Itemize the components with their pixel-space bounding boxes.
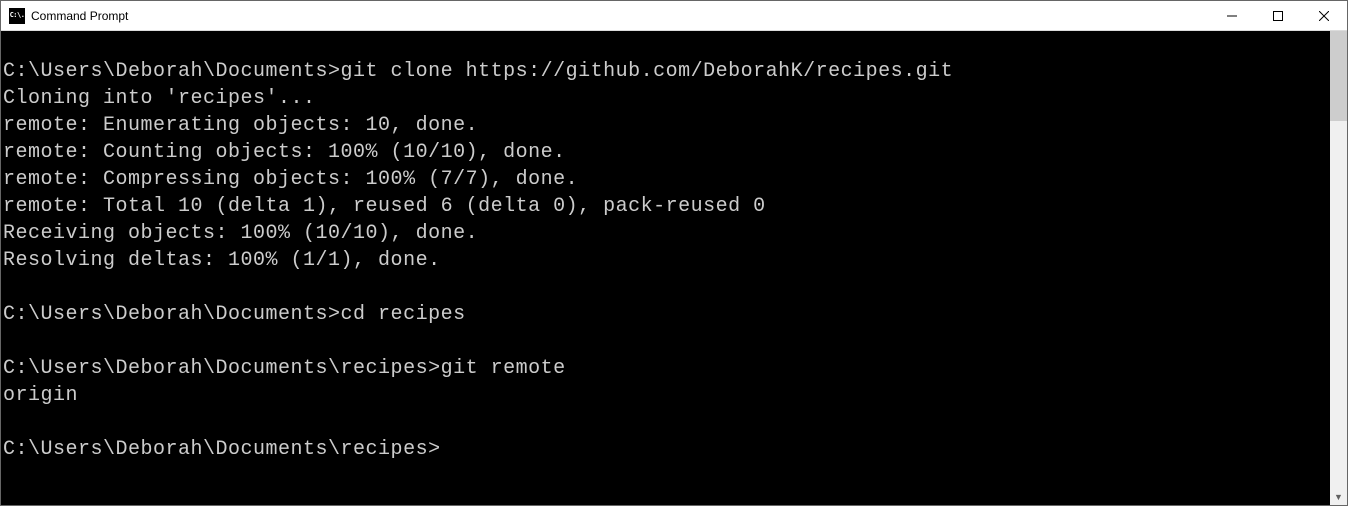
terminal-line: remote: Enumerating objects: 10, done. <box>3 112 1330 139</box>
terminal-line: origin <box>3 382 1330 409</box>
minimize-button[interactable] <box>1209 1 1255 30</box>
terminal-line <box>3 274 1330 301</box>
terminal-line <box>3 31 1330 58</box>
terminal-line: remote: Compressing objects: 100% (7/7),… <box>3 166 1330 193</box>
terminal-line: Cloning into 'recipes'... <box>3 85 1330 112</box>
terminal-line: C:\Users\Deborah\Documents>git clone htt… <box>3 58 1330 85</box>
scrollbar[interactable]: ▲ ▼ <box>1330 31 1347 505</box>
window: C:\. Command Prompt C:\Users\Deborah\Doc… <box>0 0 1348 506</box>
terminal-line: C:\Users\Deborah\Documents\recipes>git r… <box>3 355 1330 382</box>
terminal-line: remote: Total 10 (delta 1), reused 6 (de… <box>3 193 1330 220</box>
close-icon <box>1319 11 1329 21</box>
titlebar[interactable]: C:\. Command Prompt <box>1 1 1347 31</box>
terminal-output[interactable]: C:\Users\Deborah\Documents>git clone htt… <box>1 31 1330 505</box>
terminal-line: C:\Users\Deborah\Documents>cd recipes <box>3 301 1330 328</box>
terminal-area: C:\Users\Deborah\Documents>git clone htt… <box>1 31 1347 505</box>
window-title: Command Prompt <box>31 9 1209 23</box>
cmd-icon: C:\. <box>9 8 25 24</box>
minimize-icon <box>1227 11 1237 21</box>
scrollbar-thumb[interactable] <box>1330 31 1347 121</box>
maximize-icon <box>1273 11 1283 21</box>
terminal-line: C:\Users\Deborah\Documents\recipes> <box>3 436 1330 463</box>
terminal-line <box>3 328 1330 355</box>
close-button[interactable] <box>1301 1 1347 30</box>
maximize-button[interactable] <box>1255 1 1301 30</box>
terminal-line: Resolving deltas: 100% (1/1), done. <box>3 247 1330 274</box>
terminal-line: remote: Counting objects: 100% (10/10), … <box>3 139 1330 166</box>
scroll-down-button[interactable]: ▼ <box>1330 488 1347 505</box>
window-controls <box>1209 1 1347 30</box>
cmd-icon-text: C:\. <box>10 12 25 19</box>
terminal-line <box>3 409 1330 436</box>
terminal-line: Receiving objects: 100% (10/10), done. <box>3 220 1330 247</box>
